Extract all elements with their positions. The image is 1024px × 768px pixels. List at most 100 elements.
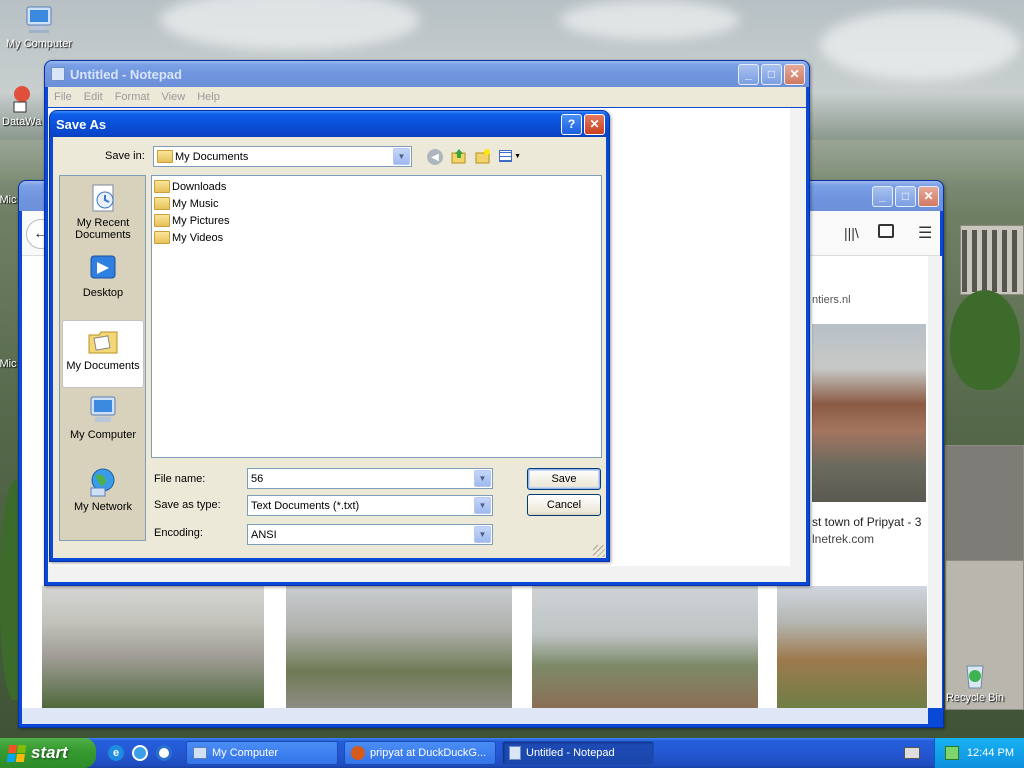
file-list[interactable]: Downloads My Music My Pictures My Videos: [151, 175, 602, 458]
recent-documents-icon: [87, 182, 119, 214]
media-player-icon[interactable]: [156, 745, 172, 761]
menu-view[interactable]: View: [162, 91, 186, 103]
notepad-vertical-scrollbar[interactable]: [790, 108, 806, 566]
close-button[interactable]: ✕: [784, 63, 805, 85]
my-documents-icon: [87, 325, 119, 357]
dialog-titlebar[interactable]: Save As ? ✕: [50, 111, 609, 137]
close-button[interactable]: ✕: [918, 185, 939, 207]
place-my-documents[interactable]: My Documents: [62, 320, 144, 388]
chevron-down-icon[interactable]: ▼: [474, 497, 491, 514]
chevron-down-icon[interactable]: ▼: [393, 148, 410, 165]
list-item[interactable]: Downloads: [152, 178, 601, 195]
quick-launch: e: [108, 745, 172, 761]
desktop-icon-mic-2[interactable]: Mic: [0, 358, 20, 370]
result-caption[interactable]: st town of Pripyat - 3: [812, 515, 921, 529]
notepad-titlebar[interactable]: Untitled - Notepad _ □ ✕: [45, 61, 809, 87]
desktop-icon-my-computer[interactable]: My Computer: [2, 4, 76, 50]
result-image-2[interactable]: [286, 586, 512, 708]
save-in-combo[interactable]: My Documents ▼: [153, 146, 412, 167]
places-bar: My Recent Documents Desktop My Documents…: [59, 175, 146, 541]
result-image-pripyat-building[interactable]: [812, 324, 926, 502]
language-bar-icon[interactable]: [904, 747, 920, 759]
notepad-icon: [51, 67, 65, 81]
music-folder-icon: [154, 197, 170, 210]
close-button[interactable]: ✕: [584, 113, 605, 135]
desktop-icon-mic-1[interactable]: Mic: [0, 194, 20, 206]
desktop-icon-recycle-bin[interactable]: Recycle Bin: [938, 658, 1012, 704]
windows-logo-icon: [6, 744, 27, 762]
notepad-horizontal-scrollbar[interactable]: [48, 566, 806, 582]
pictures-folder-icon: [154, 214, 170, 227]
result-source: lnetrek.com: [812, 532, 875, 546]
place-my-recent-documents[interactable]: My Recent Documents: [62, 182, 144, 241]
computer-icon: [87, 394, 119, 426]
help-button[interactable]: ?: [561, 113, 582, 135]
dialog-title: Save As: [56, 116, 107, 132]
task-my-computer[interactable]: My Computer: [186, 741, 338, 765]
place-my-computer[interactable]: My Computer: [62, 394, 144, 441]
file-name-label: File name:: [154, 473, 206, 485]
result-partial-text: ntiers.nl: [812, 294, 851, 306]
minimize-button[interactable]: _: [872, 185, 893, 207]
encoding-select[interactable]: ANSI ▼: [247, 524, 493, 545]
notepad-icon: [509, 746, 521, 760]
back-icon[interactable]: ◀: [427, 149, 443, 165]
menu-format[interactable]: Format: [115, 91, 150, 103]
dialog-body: Save in: My Documents ▼ ◀ ▼ My Recent Do…: [53, 137, 606, 558]
system-tray: 12:44 PM: [934, 738, 1024, 768]
folder-icon: [157, 150, 173, 163]
menu-file[interactable]: File: [54, 91, 72, 103]
menu-icon[interactable]: ☰: [918, 223, 932, 243]
sidebar-icon[interactable]: [878, 224, 894, 238]
list-item[interactable]: My Pictures: [152, 212, 601, 229]
folder-icon: [154, 180, 170, 193]
taskbar: start e My Computer pripyat at DuckDuckG…: [0, 738, 1024, 768]
browser-horizontal-scrollbar[interactable]: [22, 708, 928, 724]
network-tray-icon[interactable]: [944, 746, 959, 760]
save-as-type-label: Save as type:: [154, 499, 221, 511]
menu-help[interactable]: Help: [197, 91, 220, 103]
recycle-bin-icon: [959, 658, 991, 690]
place-my-network[interactable]: My Network: [62, 466, 144, 513]
videos-folder-icon: [154, 231, 170, 244]
resize-grip-icon[interactable]: [593, 545, 605, 557]
save-as-type-select[interactable]: Text Documents (*.txt) ▼: [247, 495, 493, 516]
result-image-3[interactable]: [532, 586, 758, 708]
chevron-down-icon[interactable]: ▼: [474, 470, 491, 487]
menu-edit[interactable]: Edit: [84, 91, 103, 103]
library-icon[interactable]: |||\: [844, 225, 859, 241]
notepad-menubar: File Edit Format View Help: [48, 87, 806, 107]
cancel-button[interactable]: Cancel: [527, 494, 601, 516]
file-name-input[interactable]: 56 ▼: [247, 468, 493, 489]
app-shortcut-icon: [12, 84, 32, 114]
task-browser[interactable]: pripyat at DuckDuckG...: [344, 741, 496, 765]
new-folder-icon[interactable]: [475, 148, 491, 164]
internet-explorer-icon[interactable]: e: [108, 745, 124, 761]
browser-vertical-scrollbar[interactable]: [928, 256, 942, 708]
maximize-button[interactable]: □: [895, 185, 916, 207]
save-button[interactable]: Save: [527, 468, 601, 490]
chevron-down-icon[interactable]: ▼: [474, 526, 491, 543]
save-as-dialog: Save As ? ✕ Save in: My Documents ▼ ◀ ▼: [49, 110, 610, 562]
browser-icon: [351, 746, 365, 760]
computer-icon: [193, 747, 207, 759]
clock[interactable]: 12:44 PM: [967, 747, 1014, 759]
task-notepad[interactable]: Untitled - Notepad: [502, 741, 654, 765]
minimize-button[interactable]: _: [738, 63, 759, 85]
save-in-label: Save in:: [105, 150, 145, 162]
save-in-value: My Documents: [175, 150, 249, 163]
email-icon[interactable]: [132, 745, 148, 761]
up-folder-icon[interactable]: [451, 148, 467, 164]
list-item[interactable]: My Music: [152, 195, 601, 212]
desktop-icon: [87, 252, 119, 284]
result-image-4[interactable]: [777, 586, 927, 708]
views-menu-icon[interactable]: ▼: [499, 149, 521, 163]
start-button[interactable]: start: [0, 738, 96, 768]
place-desktop[interactable]: Desktop: [62, 252, 144, 299]
notepad-title: Untitled - Notepad: [70, 66, 182, 82]
network-globe-icon: [87, 466, 119, 498]
list-item[interactable]: My Videos: [152, 229, 601, 246]
result-image-1[interactable]: [42, 586, 264, 708]
computer-icon: [23, 4, 55, 36]
maximize-button[interactable]: □: [761, 63, 782, 85]
